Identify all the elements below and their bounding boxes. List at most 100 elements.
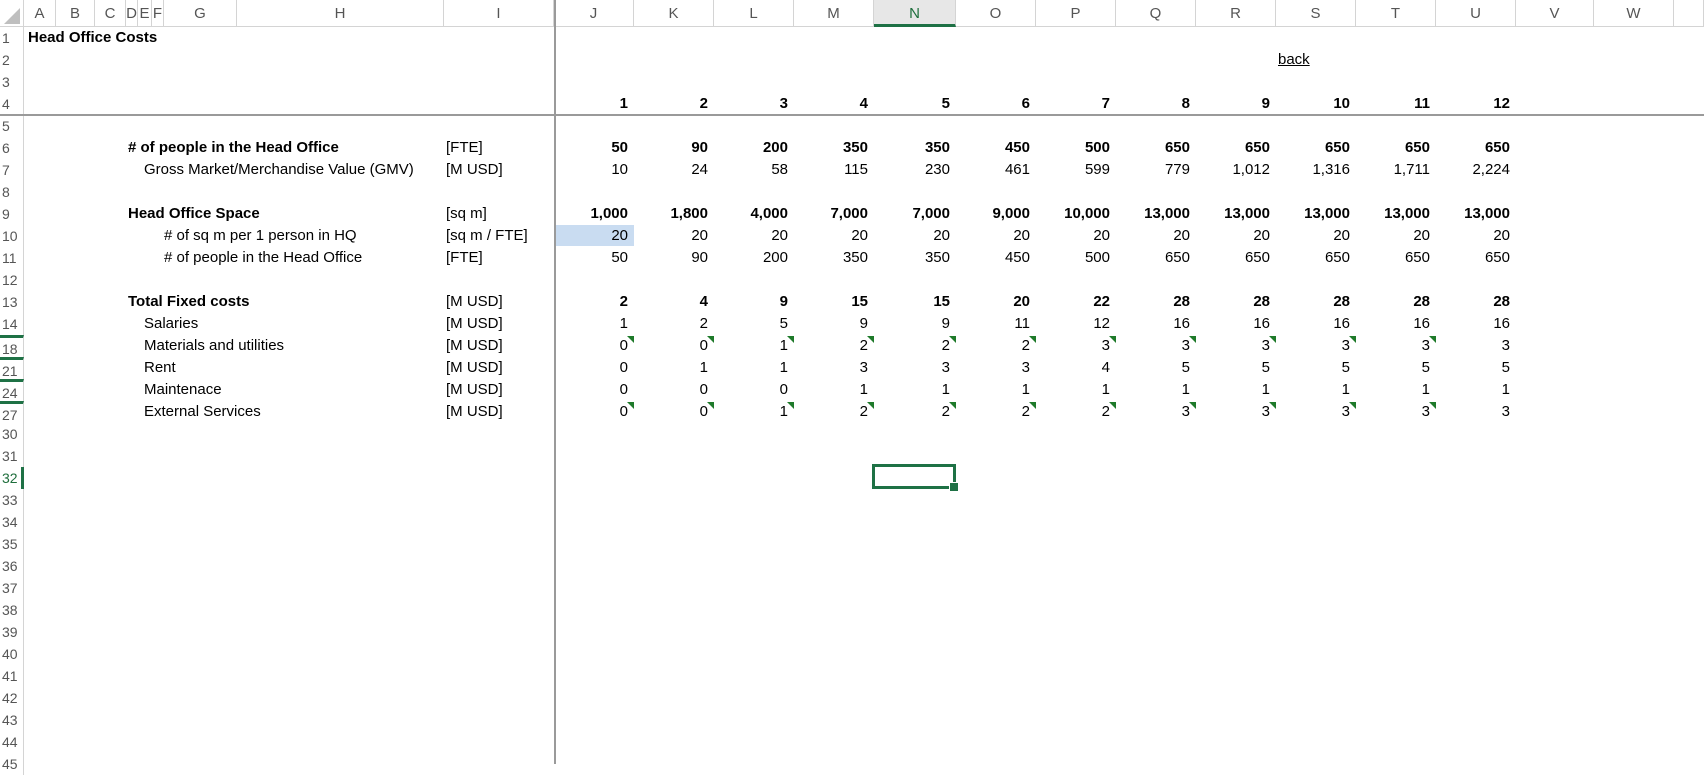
spreadsheet-grid[interactable]: ABCDEFGHIJKLMNOPQRSTUVW 1 2 3 4 5 6 7 8 9 10 11 12 1…	[0, 0, 1704, 775]
row-header-18[interactable]: 18	[0, 335, 24, 357]
row-header-2[interactable]: 2	[0, 49, 24, 71]
back-link[interactable]: back	[1278, 49, 1310, 71]
comment-indicator-icon[interactable]	[1269, 336, 1276, 343]
row-header-27[interactable]: 27	[0, 401, 24, 423]
comment-indicator-icon[interactable]	[1109, 336, 1116, 343]
comment-indicator-icon[interactable]	[1029, 402, 1036, 409]
row-header-13[interactable]: 13	[0, 291, 24, 313]
row-header-12[interactable]: 12	[0, 269, 24, 291]
row-header-38[interactable]: 38	[0, 599, 24, 621]
column-header-c[interactable]: C	[95, 0, 126, 27]
column-header-r[interactable]: R	[1196, 0, 1276, 27]
row-label: Maintenace	[144, 381, 222, 398]
column-header-a[interactable]: A	[24, 0, 56, 27]
row-header-30[interactable]: 30	[0, 423, 24, 445]
comment-indicator-icon[interactable]	[707, 402, 714, 409]
value-cell: 3	[941, 359, 950, 376]
comment-indicator-icon[interactable]	[707, 336, 714, 343]
row-header-35[interactable]: 35	[0, 533, 24, 555]
column-header-v[interactable]: V	[1516, 0, 1594, 27]
comment-indicator-icon[interactable]	[867, 402, 874, 409]
row-header-4[interactable]: 4	[0, 93, 24, 115]
row-header-7[interactable]: 7	[0, 159, 24, 181]
selected-cell-N32[interactable]	[872, 464, 959, 492]
column-header-l[interactable]: L	[714, 0, 794, 27]
comment-indicator-icon[interactable]	[1349, 402, 1356, 409]
column-header-s[interactable]: S	[1276, 0, 1356, 27]
value-cell: 650	[1164, 249, 1190, 266]
comment-indicator-icon[interactable]	[1349, 336, 1356, 343]
value-cell: 20	[1013, 293, 1030, 310]
row-header-37[interactable]: 37	[0, 577, 24, 599]
row-header-43[interactable]: 43	[0, 709, 24, 731]
row-header-34[interactable]: 34	[0, 511, 24, 533]
row-header-21[interactable]: 21	[0, 357, 24, 379]
column-header-h[interactable]: H	[237, 0, 444, 27]
column-header-g[interactable]: G	[164, 0, 237, 27]
comment-indicator-icon[interactable]	[949, 402, 956, 409]
row-header-24[interactable]: 24	[0, 379, 24, 401]
column-header-e[interactable]: E	[138, 0, 152, 27]
column-header-n[interactable]: N	[874, 0, 956, 27]
value-cell: 50	[611, 139, 628, 156]
comment-indicator-icon[interactable]	[1429, 402, 1436, 409]
comment-indicator-icon[interactable]	[1109, 402, 1116, 409]
column-header-t[interactable]: T	[1356, 0, 1436, 27]
row-header-32[interactable]: 32	[0, 467, 24, 489]
row-header-39[interactable]: 39	[0, 621, 24, 643]
column-header-i[interactable]: I	[444, 0, 554, 27]
value-cell: 10	[611, 161, 628, 178]
column-header-k[interactable]: K	[634, 0, 714, 27]
value-cell: 58	[771, 161, 788, 178]
column-header-j[interactable]: J	[554, 0, 634, 27]
period-header: 5	[941, 95, 950, 112]
row-header-40[interactable]: 40	[0, 643, 24, 665]
row-header-3[interactable]: 3	[0, 71, 24, 93]
column-header-overflow[interactable]	[1674, 0, 1704, 27]
comment-indicator-icon[interactable]	[627, 336, 634, 343]
column-header-m[interactable]: M	[794, 0, 874, 27]
value-cell: 20	[691, 227, 708, 244]
column-header-f[interactable]: F	[152, 0, 164, 27]
comment-indicator-icon[interactable]	[627, 402, 634, 409]
column-header-o[interactable]: O	[956, 0, 1036, 27]
value-cell: 22	[1093, 293, 1110, 310]
column-header-b[interactable]: B	[56, 0, 95, 27]
row-header-6[interactable]: 6	[0, 137, 24, 159]
comment-indicator-icon[interactable]	[1189, 402, 1196, 409]
column-header-w[interactable]: W	[1594, 0, 1674, 27]
comment-indicator-icon[interactable]	[787, 402, 794, 409]
row-header-9[interactable]: 9	[0, 203, 24, 225]
row-header-8[interactable]: 8	[0, 181, 24, 203]
row-header-41[interactable]: 41	[0, 665, 24, 687]
row-header-14[interactable]: 14	[0, 313, 24, 335]
fill-handle[interactable]	[949, 482, 959, 492]
row-header-10[interactable]: 10	[0, 225, 24, 247]
row-header-44[interactable]: 44	[0, 731, 24, 753]
value-cell: 1	[1501, 381, 1510, 398]
comment-indicator-icon[interactable]	[1269, 402, 1276, 409]
row-header-31[interactable]: 31	[0, 445, 24, 467]
column-header-u[interactable]: U	[1436, 0, 1516, 27]
value-cell: 1	[619, 315, 628, 332]
row-header-11[interactable]: 11	[0, 247, 24, 269]
row-header-36[interactable]: 36	[0, 555, 24, 577]
comment-indicator-icon[interactable]	[949, 336, 956, 343]
comment-indicator-icon[interactable]	[1029, 336, 1036, 343]
row-header-42[interactable]: 42	[0, 687, 24, 709]
comment-indicator-icon[interactable]	[867, 336, 874, 343]
row-header-33[interactable]: 33	[0, 489, 24, 511]
comment-indicator-icon[interactable]	[1189, 336, 1196, 343]
column-header-d[interactable]: D	[126, 0, 138, 27]
row-unit: [FTE]	[446, 139, 483, 156]
comment-indicator-icon[interactable]	[1429, 336, 1436, 343]
row-unit: [sq m / FTE]	[446, 227, 528, 244]
row-header-5[interactable]: 5	[0, 115, 24, 137]
column-header-q[interactable]: Q	[1116, 0, 1196, 27]
column-header-p[interactable]: P	[1036, 0, 1116, 27]
row-header-1[interactable]: 1	[0, 27, 24, 49]
row-header-45[interactable]: 45	[0, 753, 24, 775]
comment-indicator-icon[interactable]	[787, 336, 794, 343]
column-headers: ABCDEFGHIJKLMNOPQRSTUVW	[0, 0, 1704, 27]
value-cell: 0	[699, 337, 708, 354]
